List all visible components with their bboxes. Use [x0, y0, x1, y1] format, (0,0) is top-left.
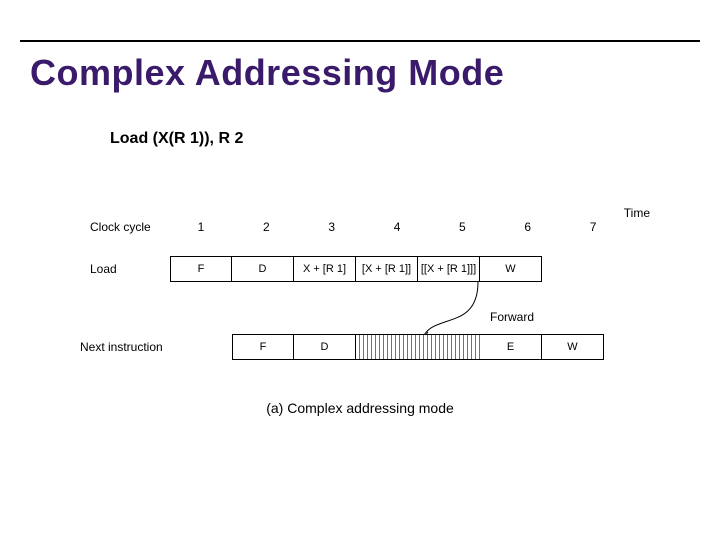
title-rule [20, 40, 700, 42]
next-stage-e: E [480, 334, 542, 360]
cycle-5: 5 [431, 220, 493, 234]
clock-cycle-row: Clock cycle 1 2 3 4 5 6 7 [90, 220, 650, 242]
next-stage-d: D [294, 334, 356, 360]
next-row: Next instruction F D E W [90, 334, 650, 364]
next-cells: F D E W [232, 334, 604, 360]
time-axis-label: Time [624, 206, 650, 220]
load-stage-f: F [170, 256, 232, 282]
cycle-3: 3 [301, 220, 363, 234]
load-row-label: Load [90, 262, 160, 276]
next-stage-w: W [542, 334, 604, 360]
cycle-7: 7 [562, 220, 624, 234]
cycle-2: 2 [235, 220, 297, 234]
figure-caption: (a) Complex addressing mode [0, 400, 720, 416]
load-row: Load F D X + [R 1] [X + [R 1]] [[X + [R … [90, 256, 650, 286]
stall-hatch-icon [356, 335, 480, 359]
load-stage-d: D [232, 256, 294, 282]
cycle-6: 6 [497, 220, 559, 234]
next-row-label: Next instruction [80, 340, 190, 354]
clock-cycle-numbers: 1 2 3 4 5 6 7 [170, 220, 624, 234]
forward-label: Forward [490, 310, 534, 324]
next-stage-f: F [232, 334, 294, 360]
next-stage-stall [356, 334, 480, 360]
clock-cycle-label: Clock cycle [90, 220, 160, 234]
pipeline-diagram: Time Clock cycle 1 2 3 4 5 6 7 Load F D … [90, 220, 650, 364]
instruction-text: Load (X(R 1)), R 2 [110, 130, 243, 148]
load-stage-x1: X + [R 1] [294, 256, 356, 282]
slide-title: Complex Addressing Mode [30, 52, 504, 94]
load-stage-w: W [480, 256, 542, 282]
load-stage-x3: [[X + [R 1]]] [418, 256, 480, 282]
cycle-4: 4 [366, 220, 428, 234]
cycle-1: 1 [170, 220, 232, 234]
load-stage-x2: [X + [R 1]] [356, 256, 418, 282]
load-cells: F D X + [R 1] [X + [R 1]] [[X + [R 1]]] … [170, 256, 542, 282]
